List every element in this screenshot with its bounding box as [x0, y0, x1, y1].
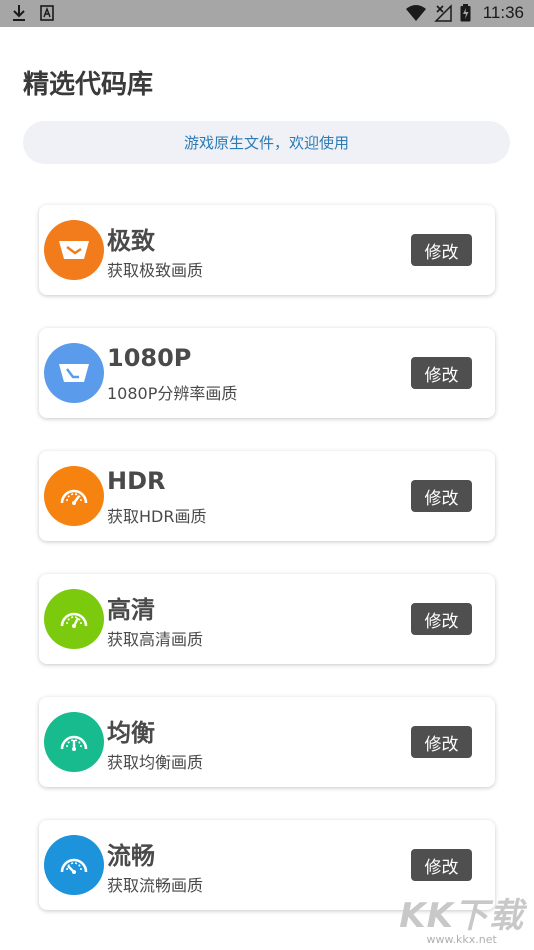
modify-button[interactable]: 修改 [411, 849, 472, 881]
preset-desc: 1080P分辨率画质 [107, 384, 238, 403]
speedometer-icon [60, 858, 88, 874]
notification-app-icon [40, 5, 54, 21]
preset-icon-bg [44, 343, 104, 403]
no-signal-icon [433, 4, 452, 22]
wifi-icon [405, 5, 426, 21]
status-time: 11:36 [482, 3, 524, 22]
notice-banner: 游戏原生文件，欢迎使用 [23, 121, 510, 164]
ratio-wide-icon [59, 364, 89, 382]
page-title: 精选代码库 [23, 70, 154, 100]
preset-desc: 获取极致画质 [107, 261, 204, 280]
preset-card-1080p: 1080P 1080P分辨率画质 修改 [39, 328, 495, 418]
watermark: KK下载 www.kkx.net [399, 888, 524, 946]
preset-name: 极致 [107, 227, 155, 255]
speedometer-icon [60, 735, 88, 751]
preset-card-hd: 高清 获取高清画质 修改 [39, 574, 495, 664]
download-icon [13, 5, 25, 21]
preset-desc: 获取HDR画质 [107, 507, 207, 526]
preset-desc: 获取流畅画质 [107, 876, 204, 895]
status-bar: 11:36 [0, 0, 534, 27]
preset-card-hdr: HDR 获取HDR画质 修改 [39, 451, 495, 541]
watermark-logo: KK下载 [399, 896, 524, 936]
notice-text: 游戏原生文件，欢迎使用 [183, 134, 349, 152]
preset-name: 高清 [107, 596, 155, 624]
ratio-wide-icon [59, 241, 89, 259]
modify-button[interactable]: 修改 [411, 357, 472, 389]
battery-icon [460, 4, 471, 22]
preset-icon-bg [44, 835, 104, 895]
preset-card-balanced: 均衡 获取均衡画质 修改 [39, 697, 495, 787]
modify-button[interactable]: 修改 [411, 234, 472, 266]
speedometer-icon [60, 612, 88, 628]
modify-button[interactable]: 修改 [411, 480, 472, 512]
preset-desc: 获取高清画质 [107, 630, 204, 649]
preset-name: 1080P [107, 344, 192, 372]
preset-name: HDR [107, 467, 166, 495]
modify-button[interactable]: 修改 [411, 603, 472, 635]
preset-icon-bg [44, 712, 104, 772]
speedometer-icon [60, 489, 88, 505]
preset-icon-bg [44, 589, 104, 649]
preset-icon-bg [44, 220, 104, 280]
preset-desc: 获取均衡画质 [107, 753, 204, 772]
modify-button[interactable]: 修改 [411, 726, 472, 758]
preset-icon-bg [44, 466, 104, 526]
preset-name: 流畅 [107, 842, 155, 870]
preset-name: 均衡 [107, 719, 155, 747]
preset-card-extreme: 极致 获取极致画质 修改 [39, 205, 495, 295]
